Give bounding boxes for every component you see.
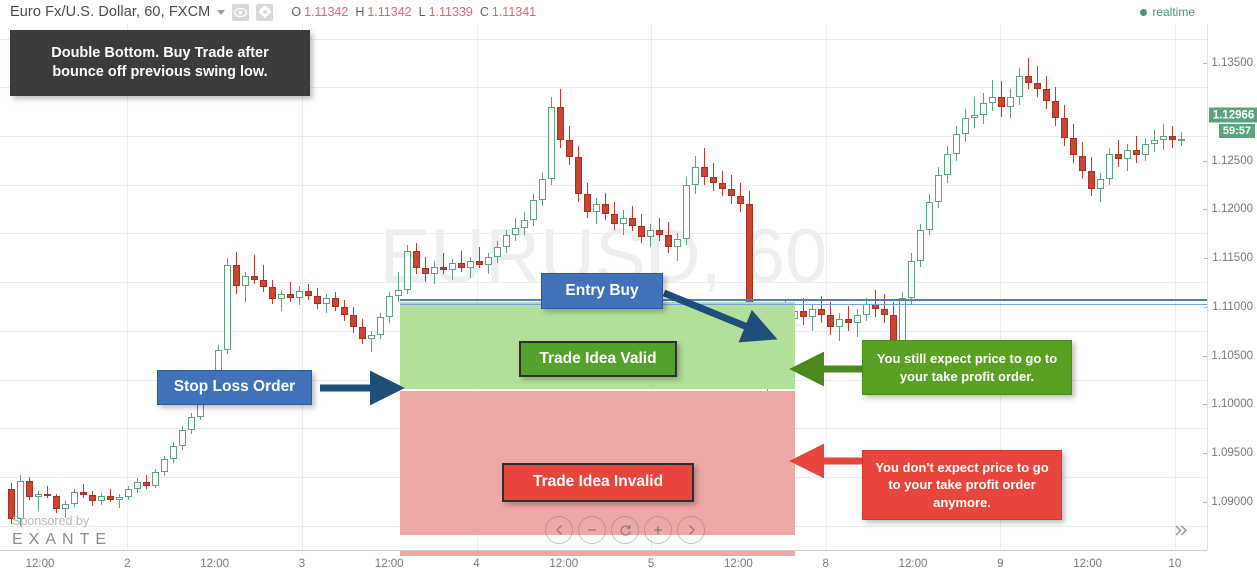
price-tick-label: 1.11500 bbox=[1204, 252, 1253, 265]
chart-nav-controls bbox=[545, 516, 705, 544]
time-tick-label: 12:00 bbox=[898, 558, 928, 570]
entry-price-line-secondary bbox=[400, 303, 1207, 305]
price-axis[interactable]: 1.140001.135001.125001.120001.115001.110… bbox=[1203, 0, 1257, 550]
minus-icon[interactable] bbox=[578, 516, 606, 544]
time-tick-label: 12:00 bbox=[25, 558, 55, 570]
time-tick-label: 12:00 bbox=[724, 558, 753, 570]
sponsor-block: Sponsored by EXANTE bbox=[12, 514, 112, 549]
time-tick-label: 3 bbox=[298, 558, 306, 570]
label-trade-idea-valid: Trade Idea Valid bbox=[519, 341, 677, 377]
price-tick-label: 1.09500 bbox=[1203, 446, 1253, 459]
ohlc-high-value: 1.11342 bbox=[367, 5, 412, 19]
plus-icon[interactable] bbox=[644, 516, 672, 544]
time-tick-label: 12:00 bbox=[1073, 558, 1102, 570]
ohlc-open-value: 1.11342 bbox=[304, 5, 349, 19]
time-tick-label: 2 bbox=[124, 558, 131, 570]
time-tick-label: 12:00 bbox=[200, 558, 229, 570]
time-tick-label: 12:00 bbox=[549, 558, 579, 570]
time-tick-label: 8 bbox=[822, 558, 829, 570]
realtime-label: realtime bbox=[1152, 5, 1195, 19]
reset-icon[interactable] bbox=[611, 516, 639, 544]
label-entry-buy: Entry Buy bbox=[541, 273, 663, 309]
price-tick-label: 1.12500 bbox=[1203, 154, 1253, 167]
time-tick-label: 12:00 bbox=[374, 558, 404, 570]
ohlc-low-value: 1.11339 bbox=[428, 5, 473, 19]
tradingview-chart-screenshot: Euro Fx/U.S. Dollar, 60, FXCM O 1.11342 H 1… bbox=[0, 0, 1257, 577]
ohlc-high-key: H bbox=[355, 5, 365, 19]
double-chevron-right-icon[interactable] bbox=[1167, 516, 1195, 544]
bar-countdown-badge: 59:57 bbox=[1218, 124, 1255, 139]
time-tick-label: 4 bbox=[473, 558, 480, 570]
arrow-entry-buy bbox=[662, 289, 778, 343]
realtime-status: realtime bbox=[1140, 5, 1195, 19]
eye-icon[interactable] bbox=[232, 3, 250, 21]
price-tick-label: 1.12000 bbox=[1203, 203, 1253, 216]
price-tick-label: 1.13500 bbox=[1203, 57, 1253, 70]
note-double-bottom: Double Bottom. Buy Trade after bounce of… bbox=[10, 30, 310, 96]
time-tick-label: 9 bbox=[997, 558, 1004, 570]
chevron-down-icon[interactable] bbox=[217, 9, 226, 15]
ohlc-readout: O 1.11342 H 1.11342 L 1.11339 C 1.11341 bbox=[291, 5, 543, 19]
ohlc-low-key: L bbox=[418, 5, 426, 19]
note-take-profit-expected: You still expect price to go to your tak… bbox=[862, 340, 1072, 395]
label-trade-idea-invalid: Trade Idea Invalid bbox=[502, 463, 694, 502]
price-tick-label: 1.11000 bbox=[1204, 300, 1253, 313]
chart-header: Euro Fx/U.S. Dollar, 60, FXCM O 1.11342 H 1… bbox=[0, 0, 1257, 24]
sponsor-logo: EXANTE bbox=[12, 531, 113, 548]
symbol-title[interactable]: Euro Fx/U.S. Dollar, 60, FXCM bbox=[0, 4, 210, 20]
arrow-zone-valid bbox=[789, 351, 862, 387]
sponsored-by-label: Sponsored by bbox=[12, 514, 90, 528]
ohlc-close-value: 1.11341 bbox=[491, 5, 537, 19]
gear-icon[interactable] bbox=[256, 3, 274, 21]
price-tick-label: 1.09000 bbox=[1203, 495, 1253, 508]
time-axis[interactable]: 12:00 2 12:00 3 12:00 4 12:00 5 12:00 8 12:00 9 12:0… bbox=[0, 550, 1207, 577]
time-tick-label: 10 bbox=[1168, 558, 1182, 570]
chevron-right-icon[interactable] bbox=[677, 516, 705, 544]
ohlc-open-key: O bbox=[291, 5, 302, 19]
time-tick-label: 5 bbox=[647, 558, 655, 570]
chevron-left-icon[interactable] bbox=[545, 516, 573, 544]
price-tick-label: 1.10000 bbox=[1203, 398, 1253, 411]
entry-price-line bbox=[400, 298, 1207, 301]
label-stop-loss-order: Stop Loss Order bbox=[157, 370, 312, 405]
realtime-dot-icon bbox=[1140, 8, 1148, 16]
arrow-zone-invalid bbox=[789, 443, 862, 479]
arrow-stop-loss bbox=[320, 370, 405, 406]
ohlc-close-key: C bbox=[479, 5, 489, 19]
price-tick-label: 1.10500 bbox=[1203, 349, 1253, 362]
note-take-profit-not-expected: You don't expect price to go to your tak… bbox=[862, 450, 1062, 520]
time-range-highlight bbox=[400, 551, 795, 556]
current-price-badge: 1.12966 bbox=[1209, 107, 1257, 123]
